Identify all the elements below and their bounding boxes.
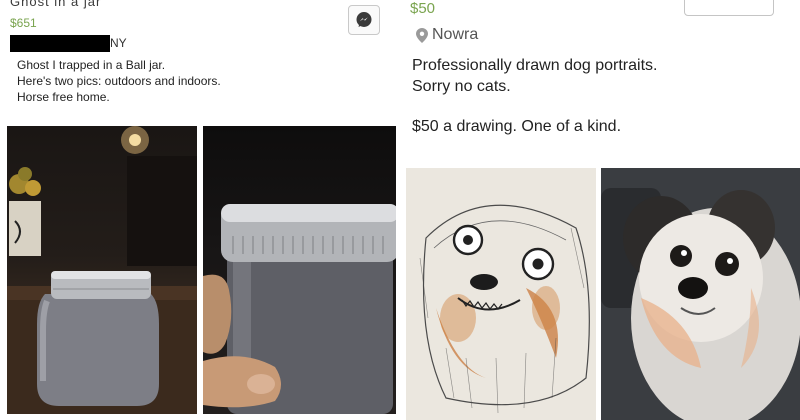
description-line: Sorry no cats. (412, 78, 511, 95)
listing-description: Ghost I trapped in a Ball jar. Here's tw… (17, 57, 221, 105)
dog-photo-illustration (601, 168, 800, 420)
listing-ghost-jar: Ghost in a jar $651 NY Ghost I trapped i… (0, 0, 396, 420)
jar-outdoors-photo[interactable] (7, 126, 197, 414)
jar-outdoors-illustration (7, 126, 197, 414)
description-line: $50 a drawing. One of a kind. (412, 118, 622, 135)
jar-indoors-photo[interactable] (203, 126, 396, 414)
listing-price: $651 (10, 16, 37, 30)
location-pin-icon (416, 27, 428, 43)
listing-location: Nowra (416, 26, 478, 44)
panel-divider (396, 0, 404, 420)
description-line: Horse free home. (17, 90, 110, 104)
dog-drawing[interactable] (406, 168, 596, 420)
message-button[interactable] (348, 5, 380, 35)
description-line: Professionally drawn dog portraits. (412, 57, 658, 74)
description-line: Here's two pics: outdoors and indoors. (17, 74, 221, 88)
listing-title: Ghost in a jar (10, 0, 102, 9)
listing-description: Professionally drawn dog portraits. Sorr… (412, 55, 657, 137)
redacted-location (10, 35, 110, 52)
messenger-icon (356, 12, 372, 27)
dog-photo[interactable] (601, 168, 800, 420)
message-button[interactable] (684, 0, 774, 16)
location-suffix: NY (110, 36, 127, 50)
description-line: Ghost I trapped in a Ball jar. (17, 58, 166, 72)
listing-price: $50 (410, 0, 436, 17)
jar-indoors-illustration (203, 204, 396, 414)
dog-drawing-illustration (406, 168, 596, 420)
listing-dog-portraits: $50 Nowra Professionally drawn dog portr… (404, 0, 800, 420)
location-label: Nowra (432, 26, 479, 43)
